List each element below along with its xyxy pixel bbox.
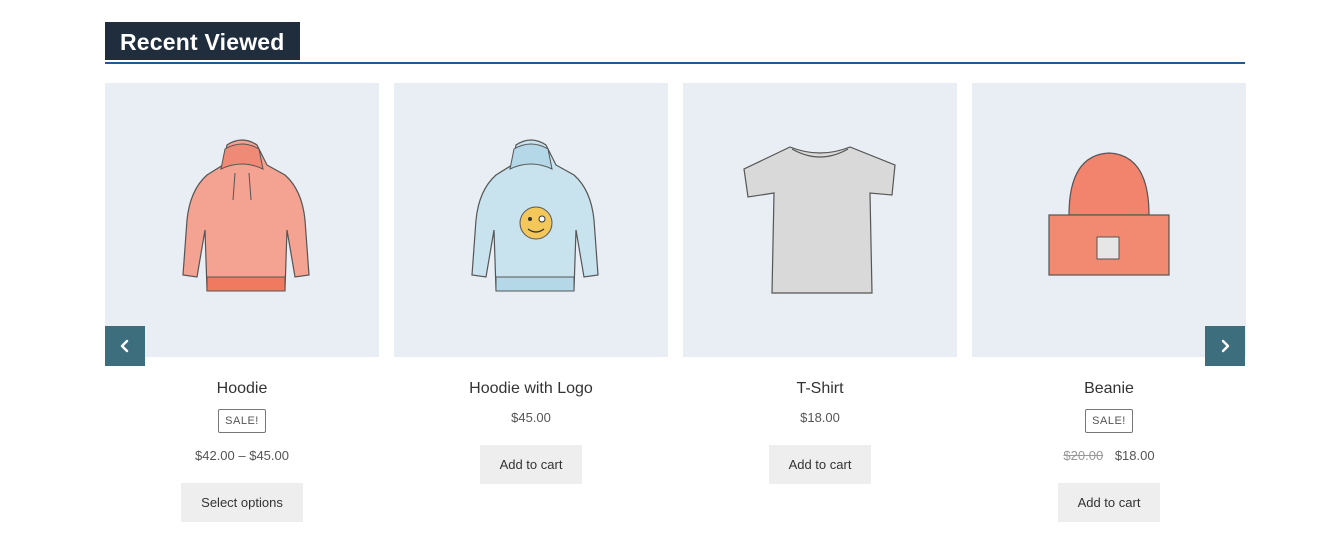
select-options-button[interactable]: Select options (181, 483, 303, 522)
sale-badge: SALE! (218, 409, 266, 433)
add-to-cart-button[interactable]: Add to cart (768, 445, 872, 484)
product-image-hoodie[interactable] (105, 83, 379, 357)
price-value: $45.00 (511, 410, 551, 425)
product-carousel: Hoodie SALE! $42.00 – $45.00 Select opti… (105, 83, 1246, 533)
product-price: $20.00 $18.00 (972, 447, 1246, 465)
add-to-cart-button[interactable]: Add to cart (479, 445, 583, 484)
product-price: $18.00 (683, 409, 957, 427)
product-title[interactable]: T-Shirt (683, 379, 957, 399)
product-card-tshirt: T-Shirt $18.00 Add to cart (683, 83, 957, 484)
tshirt-icon (743, 146, 896, 294)
product-price: $45.00 (394, 409, 668, 427)
product-card-beanie: Beanie SALE! $20.00 $18.00 Add to cart (972, 83, 1246, 522)
product-price: $42.00 – $45.00 (105, 447, 379, 465)
hoodie-logo-icon (471, 139, 599, 292)
product-title[interactable]: Beanie (972, 379, 1246, 399)
carousel-next-button[interactable] (1205, 326, 1245, 366)
hoodie-icon (182, 139, 310, 292)
price-range: $42.00 – $45.00 (195, 448, 289, 463)
old-price: $20.00 (1063, 448, 1104, 463)
product-image-beanie[interactable] (972, 83, 1246, 357)
section-header: Recent Viewed (105, 22, 1245, 64)
product-card-hoodie: Hoodie SALE! $42.00 – $45.00 Select opti… (105, 83, 379, 522)
chevron-left-icon (120, 339, 129, 353)
recent-viewed-section: Recent Viewed (105, 22, 1245, 64)
sale-badge: SALE! (1085, 409, 1133, 433)
add-to-cart-button[interactable]: Add to cart (1057, 483, 1161, 522)
product-title[interactable]: Hoodie (105, 379, 379, 399)
product-image-hoodie-with-logo[interactable] (394, 83, 668, 357)
sale-price: $18.00 (1114, 448, 1155, 463)
product-title[interactable]: Hoodie with Logo (394, 379, 668, 399)
chevron-right-icon (1221, 339, 1230, 353)
section-title: Recent Viewed (105, 22, 300, 60)
product-card-hoodie-with-logo: Hoodie with Logo $45.00 Add to cart (394, 83, 668, 484)
beanie-icon (1048, 152, 1170, 276)
product-image-tshirt[interactable] (683, 83, 957, 357)
price-value: $18.00 (800, 410, 840, 425)
carousel-prev-button[interactable] (105, 326, 145, 366)
